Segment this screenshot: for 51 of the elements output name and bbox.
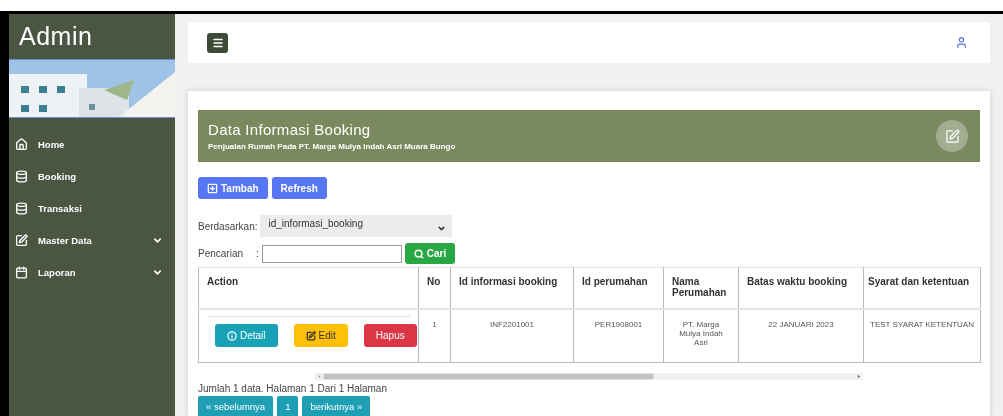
filter-select[interactable]: id_informasi_booking: [260, 215, 453, 237]
search-label: Pencarian: [198, 248, 245, 259]
edit-button[interactable]: [936, 120, 968, 152]
refresh-button[interactable]: Refresh: [271, 177, 327, 199]
menu-item-icon: [15, 201, 28, 215]
column-header: Batas waktu booking: [738, 267, 864, 309]
column-header: Id perumahan: [573, 267, 664, 309]
menu-item-icon: [15, 169, 28, 183]
menu-icon: [211, 36, 224, 49]
edit-icon: [305, 330, 316, 341]
menu-button[interactable]: [207, 32, 228, 53]
edit-icon: [944, 128, 960, 144]
sidebar-item[interactable]: Transaksi: [9, 192, 175, 224]
sidebar-item[interactable]: Home: [9, 128, 175, 160]
table-cell: TEST SYARAT KETENTUAN: [863, 309, 981, 363]
card-title: Data Informasi Booking: [208, 121, 372, 138]
search-button[interactable]: Cari: [404, 243, 456, 264]
menu-item-icon: [15, 233, 28, 247]
next-page-button[interactable]: berikutnya »: [302, 396, 371, 416]
table-cell: 1: [418, 309, 451, 363]
column-header: Nama Perumahan: [663, 267, 739, 309]
sidebar-item[interactable]: Booking: [9, 160, 175, 192]
table-cell: 22 JANUARI 2023: [738, 309, 864, 363]
previous-page-button[interactable]: « sebelumnya: [198, 396, 274, 416]
sidebar-item[interactable]: Laporan: [9, 256, 175, 288]
detail-button[interactable]: Detail: [215, 324, 278, 347]
pagination-summary: Jumlah 1 data. Halaman 1 Dari 1 Halaman: [198, 383, 388, 394]
table-cell: PT. Marga Mulya Indah Asri: [663, 309, 739, 363]
page-button[interactable]: 1: [277, 396, 299, 416]
table-cell: PER1908001: [573, 309, 664, 363]
app-title: Admin: [18, 21, 94, 52]
add-button[interactable]: Tambah: [198, 177, 268, 199]
column-header: Id informasi booking: [450, 267, 574, 309]
plus-icon: [207, 182, 218, 194]
caret-icon: [437, 224, 447, 233]
edit-button[interactable]: Edit: [293, 324, 348, 347]
card-subtitle: Penjualan Rumah Pada PT. Marga Mulya Indah Asri Muara Bungo: [208, 142, 456, 151]
menu-item-icon: [15, 137, 28, 151]
column-header: Syarat dan ketentuan: [863, 267, 981, 309]
user-icon[interactable]: [955, 36, 968, 49]
filter-label: Berdasarkan:: [198, 220, 258, 232]
colon-text: :: [256, 248, 259, 259]
info-icon: [227, 330, 237, 341]
delete-button[interactable]: Hapus: [363, 324, 417, 347]
search-field[interactable]: [261, 244, 402, 263]
search-icon: [413, 248, 424, 259]
column-header: No: [418, 267, 451, 309]
column-header: Action: [198, 267, 419, 309]
sidebar-item[interactable]: Master Data: [9, 224, 175, 256]
table-cell: INF2201001: [450, 309, 574, 363]
menu-item-icon: [15, 265, 28, 279]
